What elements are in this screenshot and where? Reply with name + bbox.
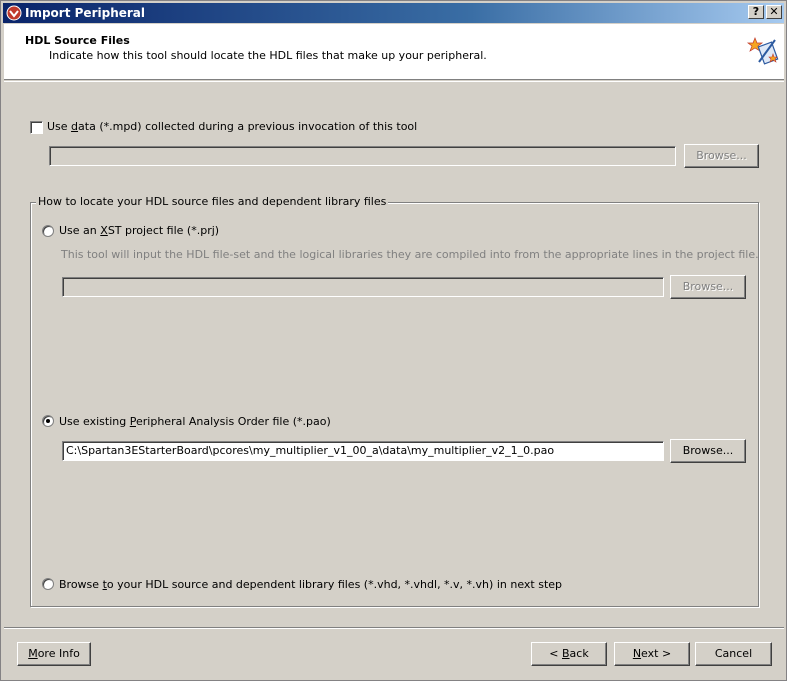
pao-file-radio[interactable]	[42, 415, 54, 427]
pao-file-label[interactable]: Use existing Peripheral Analysis Order f…	[59, 415, 331, 429]
use-data-checkbox[interactable]	[30, 121, 43, 134]
close-button[interactable]: ✕	[766, 5, 782, 19]
prj-path-input[interactable]	[62, 277, 664, 297]
help-button[interactable]: ?	[748, 5, 764, 19]
window-title: Import Peripheral	[25, 6, 145, 20]
footer-separator	[4, 627, 784, 629]
pao-browse-button[interactable]: Browse...	[670, 439, 746, 463]
xst-project-label[interactable]: Use an XST project file (*.prj)	[59, 224, 219, 238]
use-data-label[interactable]: Use data (*.mpd) collected during a prev…	[47, 120, 417, 134]
browse-next-step-label[interactable]: Browse to your HDL source and dependent …	[59, 578, 562, 592]
back-button[interactable]: < Back	[531, 642, 607, 666]
pao-path-input[interactable]: C:\Spartan3EStarterBoard\pcores\my_multi…	[62, 441, 664, 461]
page-subtitle: Indicate how this tool should locate the…	[49, 49, 487, 62]
browse-next-step-radio[interactable]	[42, 578, 54, 590]
header-separator	[4, 81, 784, 82]
xst-project-radio[interactable]	[42, 225, 54, 237]
mpd-path-input[interactable]	[49, 146, 676, 166]
wizard-header: HDL Source Files Indicate how this tool …	[4, 24, 784, 80]
more-info-button[interactable]: More Info	[17, 642, 91, 666]
page-title: HDL Source Files	[25, 34, 130, 47]
wizard-icon	[745, 32, 781, 68]
title-bar[interactable]: Import Peripheral ? ✕	[3, 3, 784, 23]
hdl-locate-legend: How to locate your HDL source files and …	[36, 195, 389, 209]
next-button[interactable]: Next >	[614, 642, 690, 666]
hdl-locate-groupbox	[30, 202, 759, 607]
xst-project-description: This tool will input the HDL file-set an…	[61, 248, 759, 261]
app-icon	[6, 5, 22, 21]
prj-browse-button[interactable]: Browse...	[670, 275, 746, 299]
cancel-button[interactable]: Cancel	[695, 642, 772, 666]
mpd-browse-button[interactable]: Browse...	[684, 144, 759, 168]
import-peripheral-dialog: Import Peripheral ? ✕ HDL Source Files I…	[0, 0, 787, 681]
